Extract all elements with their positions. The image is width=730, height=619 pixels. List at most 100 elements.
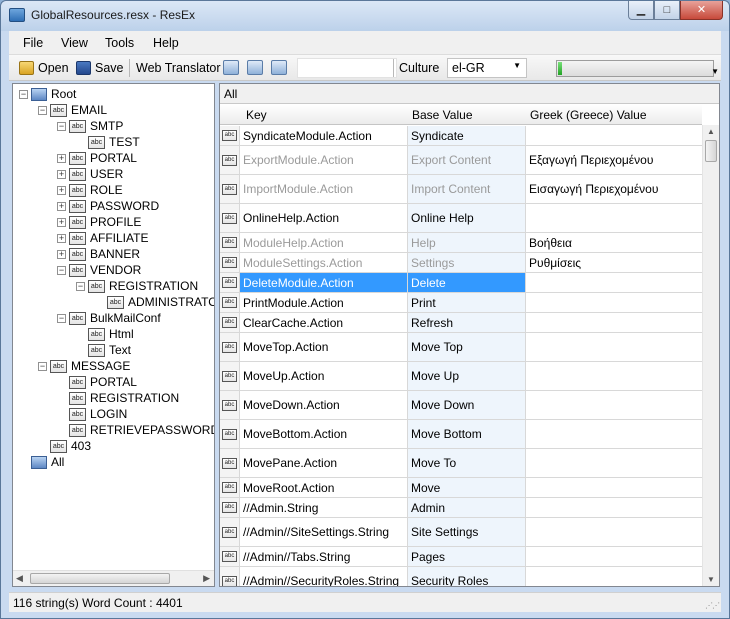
search-input[interactable] <box>297 58 397 78</box>
tree-node[interactable]: abc Html <box>76 326 134 342</box>
translated-value-cell[interactable]: Βοήθεια <box>526 233 702 252</box>
translated-value-cell[interactable] <box>526 333 702 361</box>
maximize-button[interactable]: □ <box>654 1 680 20</box>
collapse-icon[interactable]: − <box>57 313 66 323</box>
table-row[interactable]: abc MoveTop.Action Move Top <box>220 333 702 362</box>
tree-node[interactable]: − Root <box>19 86 76 102</box>
column-header-greek-value[interactable]: Greek (Greece) Value <box>530 108 647 122</box>
tree-node[interactable]: + abc BANNER <box>57 246 140 262</box>
translated-value-cell[interactable] <box>526 313 702 332</box>
translated-value-cell[interactable] <box>526 126 702 145</box>
collapse-icon[interactable]: − <box>57 121 66 131</box>
translated-value-cell[interactable] <box>526 293 702 312</box>
translated-value-cell[interactable] <box>526 449 702 477</box>
scroll-thumb[interactable] <box>30 573 170 584</box>
tree-node[interactable]: abc REGISTRATION <box>57 390 179 406</box>
tree-node[interactable]: − abc EMAIL <box>38 102 107 118</box>
tree-horizontal-scrollbar[interactable]: ◀ ▶ <box>13 570 214 586</box>
table-row[interactable]: abc MoveRoot.Action Move <box>220 478 702 498</box>
table-row[interactable]: abc DeleteModule.Action Delete <box>220 273 702 293</box>
tree-node[interactable]: + abc PASSWORD <box>57 198 159 214</box>
tree-node[interactable]: + abc PROFILE <box>57 214 141 230</box>
tree-node[interactable]: abc RETRIEVEPASSWORD <box>57 422 214 438</box>
expand-icon[interactable]: + <box>57 201 66 211</box>
web-translator-button[interactable]: Web Translator <box>136 59 221 77</box>
tree-node[interactable]: abc ADMINISTRATO <box>95 294 214 310</box>
translated-value-cell[interactable]: Εξαγωγή Περιεχομένου <box>526 146 702 174</box>
resource-tree[interactable]: − Root − abc EMAIL − abc SMTP abc TEST + abc PORTAL +… <box>12 83 215 587</box>
table-row[interactable]: abc//Admin//Tabs.String Pages <box>220 547 702 567</box>
tree-node[interactable]: + abc AFFILIATE <box>57 230 148 246</box>
translated-value-cell[interactable] <box>526 362 702 390</box>
menu-tools[interactable]: Tools <box>105 36 134 50</box>
translate-icon[interactable] <box>223 60 239 75</box>
tree-node[interactable]: abc LOGIN <box>57 406 127 422</box>
tree-node[interactable]: abc Text <box>76 342 131 358</box>
collapse-icon[interactable]: − <box>19 89 28 99</box>
tree-node[interactable]: All <box>19 454 64 470</box>
expand-icon[interactable]: + <box>57 169 66 179</box>
table-row[interactable]: abc OnlineHelp.Action Online Help <box>220 204 702 233</box>
table-row[interactable]: abc MoveUp.Action Move Up <box>220 362 702 391</box>
translated-value-cell[interactable] <box>526 547 702 566</box>
expand-icon[interactable]: + <box>57 153 66 163</box>
scroll-thumb[interactable] <box>705 140 717 162</box>
column-header-key[interactable]: Key <box>246 108 267 122</box>
tree-node[interactable]: − abc REGISTRATION <box>76 278 198 294</box>
save-button[interactable]: Save <box>76 59 124 77</box>
table-row[interactable]: abc ClearCache.Action Refresh <box>220 313 702 333</box>
column-header-base-value[interactable]: Base Value <box>412 108 473 122</box>
tree-node[interactable]: + abc USER <box>57 166 123 182</box>
scroll-right-icon[interactable]: ▶ <box>203 573 210 584</box>
toolbar-overflow-icon[interactable]: ▼ <box>711 67 719 76</box>
collapse-icon[interactable]: − <box>76 281 85 291</box>
title-bar[interactable]: GlobalResources.resx - ResEx ▁ □ ✕ <box>1 1 729 31</box>
tree-node[interactable]: abc PORTAL <box>57 374 137 390</box>
menu-file[interactable]: File <box>23 36 43 50</box>
find-icon[interactable] <box>271 60 287 75</box>
translated-value-cell[interactable] <box>526 391 702 419</box>
resize-grip-icon[interactable]: ⋰⋰ <box>705 601 720 610</box>
table-row[interactable]: abc SyndicateModule.Action Syndicate <box>220 126 702 146</box>
translated-value-cell[interactable] <box>526 478 702 497</box>
collapse-icon[interactable]: − <box>38 105 47 115</box>
tree-node[interactable]: + abc ROLE <box>57 182 123 198</box>
minimize-button[interactable]: ▁ <box>628 1 654 20</box>
translated-value-cell[interactable] <box>526 420 702 448</box>
menu-help[interactable]: Help <box>153 36 179 50</box>
menu-view[interactable]: View <box>61 36 88 50</box>
expand-icon[interactable]: + <box>57 185 66 195</box>
open-button[interactable]: Open <box>19 59 69 77</box>
translated-value-cell[interactable]: Ρυθμίσεις <box>526 253 702 272</box>
translated-value-cell[interactable] <box>526 518 702 546</box>
tree-node[interactable]: abc 403 <box>38 438 91 454</box>
tree-node[interactable]: − abc SMTP <box>57 118 123 134</box>
table-row[interactable]: abc//Admin//SiteSettings.String Site Sett… <box>220 518 702 547</box>
tree-node[interactable]: + abc PORTAL <box>57 150 137 166</box>
table-row[interactable]: abc ModuleHelp.Action Help Βοήθεια <box>220 233 702 253</box>
table-row[interactable]: abc ExportModule.Action Export Content Εξαγ… <box>220 146 702 175</box>
scroll-down-icon[interactable]: ▼ <box>707 575 715 584</box>
table-row[interactable]: abc PrintModule.Action Print <box>220 293 702 313</box>
scroll-left-icon[interactable]: ◀ <box>16 573 23 584</box>
expand-icon[interactable]: + <box>57 233 66 243</box>
table-row[interactable]: abc MoveBottom.Action Move Bottom <box>220 420 702 449</box>
translated-value-cell[interactable] <box>526 498 702 517</box>
filter-icon[interactable] <box>247 60 263 75</box>
table-row[interactable]: abc//Admin//SecurityRoles.String Security… <box>220 567 702 586</box>
expand-icon[interactable]: + <box>57 217 66 227</box>
tree-node[interactable]: abc TEST <box>76 134 140 150</box>
table-row[interactable]: abc//Admin.String Admin <box>220 498 702 518</box>
collapse-icon[interactable]: − <box>57 265 66 275</box>
culture-dropdown[interactable]: el-GR ▼ <box>447 58 527 78</box>
grid-vertical-scrollbar[interactable]: ▲ ▼ <box>702 125 719 586</box>
translated-value-cell[interactable]: Εισαγωγή Περιεχομένου <box>526 175 702 203</box>
table-row[interactable]: abc ModuleSettings.Action Settings Ρυθμίσει… <box>220 253 702 273</box>
close-button[interactable]: ✕ <box>680 1 723 20</box>
expand-icon[interactable]: + <box>57 249 66 259</box>
table-row[interactable]: abc MoveDown.Action Move Down <box>220 391 702 420</box>
tree-node[interactable]: − abc VENDOR <box>57 262 141 278</box>
translated-value-cell[interactable] <box>526 273 702 292</box>
translated-value-cell[interactable] <box>526 567 702 586</box>
translated-value-cell[interactable] <box>526 204 702 232</box>
